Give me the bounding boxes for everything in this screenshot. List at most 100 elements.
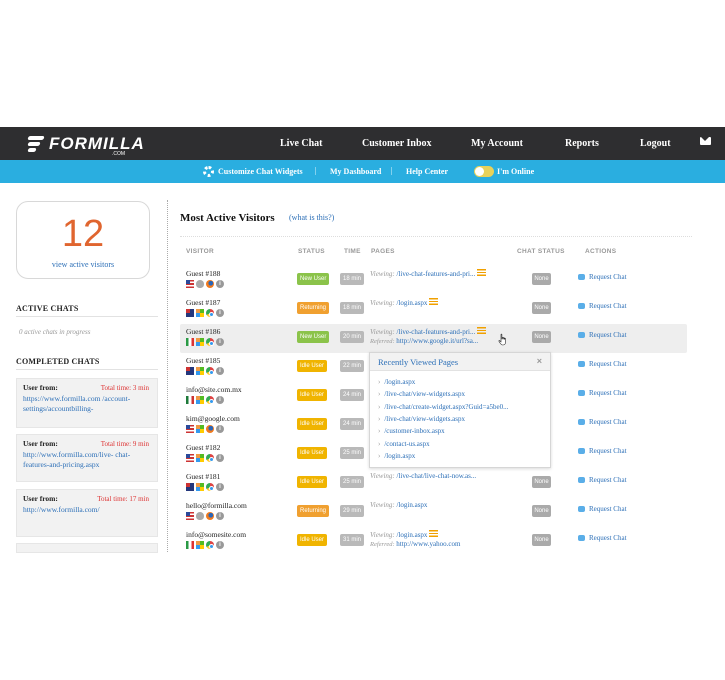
request-chat-button[interactable]: Request Chat — [578, 447, 627, 455]
page-link[interactable]: /live-chat-features-and-pri... — [397, 270, 476, 278]
my-dashboard-link[interactable]: My Dashboard — [330, 160, 381, 183]
page-link[interactable]: /login.aspx — [397, 299, 428, 307]
request-chat-button[interactable]: Request Chat — [578, 476, 627, 484]
request-chat-button[interactable]: Request Chat — [578, 534, 627, 542]
info-icon[interactable]: i — [216, 338, 224, 346]
info-icon[interactable]: i — [216, 309, 224, 317]
referrer-link[interactable]: http://www.google.it/url?sa... — [396, 337, 478, 345]
chat-source-url[interactable]: http://www.formilla.com/live- chat-featu… — [23, 450, 151, 471]
list-icon[interactable] — [477, 269, 487, 276]
help-center-link[interactable]: Help Center — [406, 160, 448, 183]
list-icon[interactable] — [429, 298, 439, 305]
popup-page-item[interactable]: ›/live-chat/create-widget.aspx?Guid=a5be… — [378, 403, 508, 411]
completed-chat-item[interactable]: User from: Total time: 9 min http://www.… — [16, 434, 158, 482]
chat-source-url[interactable]: https://www.formilla.com /account-settin… — [23, 394, 151, 415]
popup-page-link[interactable]: /contact-us.aspx — [384, 440, 429, 448]
request-chat-button[interactable]: Request Chat — [578, 331, 627, 339]
table-row[interactable]: info@somesite.com i Idle User 31 min Viewi… — [180, 527, 687, 556]
chat-bubble-icon — [578, 274, 585, 280]
windows-icon — [196, 454, 204, 462]
request-chat-button[interactable]: Request Chat — [578, 389, 627, 397]
referred-page: Referred: http://www.google.it/url?sa... — [370, 337, 478, 345]
divider — [16, 316, 158, 317]
completed-chat-item[interactable]: User from: Total time: 17 min http://www… — [16, 489, 158, 537]
popup-page-link[interactable]: /live-chat/view-widgets.aspx — [384, 390, 465, 398]
info-icon[interactable]: i — [216, 280, 224, 288]
completed-chat-item[interactable] — [16, 543, 158, 553]
what-is-this-link[interactable]: (what is this?) — [289, 213, 334, 222]
nav-logout[interactable]: Logout — [640, 127, 671, 160]
page-link[interactable]: /login.aspx — [397, 531, 428, 539]
request-chat-button[interactable]: Request Chat — [578, 418, 627, 426]
popup-page-item[interactable]: ›/login.aspx — [378, 452, 415, 460]
table-row[interactable]: Guest #188 i New User 18 min Viewing: /liv… — [180, 266, 687, 295]
visitor-name[interactable]: info@site.com.mx — [186, 385, 242, 394]
request-chat-label: Request Chat — [589, 273, 627, 281]
page-title: Most Active Visitors — [180, 212, 275, 224]
visitor-name[interactable]: Guest #185 — [186, 356, 220, 365]
request-chat-button[interactable]: Request Chat — [578, 273, 627, 281]
popup-page-link[interactable]: /live-chat/view-widgets.aspx — [384, 415, 465, 423]
request-chat-label: Request Chat — [589, 505, 627, 513]
nav-my-account[interactable]: My Account — [471, 127, 523, 160]
envelope-icon[interactable] — [700, 137, 711, 145]
info-icon[interactable]: i — [216, 541, 224, 549]
page-link[interactable]: /live-chat/live-chat-now.as... — [397, 472, 477, 480]
info-icon[interactable]: i — [216, 425, 224, 433]
info-icon[interactable]: i — [216, 512, 224, 520]
visitor-name[interactable]: Guest #182 — [186, 443, 220, 452]
visitor-name[interactable]: Guest #187 — [186, 298, 220, 307]
list-icon[interactable] — [477, 327, 487, 334]
time-badge: 25 min — [340, 476, 364, 488]
table-row[interactable]: Guest #186 i New User 20 min Viewing: /liv… — [180, 324, 687, 353]
page-link[interactable]: /login.aspx — [397, 501, 428, 509]
info-icon[interactable]: i — [216, 483, 224, 491]
referrer-link[interactable]: http://www.yahoo.com — [396, 540, 460, 548]
popup-page-link[interactable]: /customer-inbox.aspx — [384, 427, 444, 435]
page-link[interactable]: /live-chat-features-and-pri... — [397, 328, 476, 336]
chat-status-badge: None — [532, 505, 551, 517]
referred-page: Referred: http://www.yahoo.com — [370, 540, 460, 548]
nav-reports[interactable]: Reports — [565, 127, 599, 160]
request-chat-button[interactable]: Request Chat — [578, 505, 627, 513]
info-icon[interactable]: i — [216, 396, 224, 404]
popup-page-item[interactable]: ›/contact-us.aspx — [378, 440, 430, 448]
visitor-name[interactable]: hello@formilla.com — [186, 501, 247, 510]
windows-icon — [196, 338, 204, 346]
separator: | — [391, 166, 393, 175]
popup-page-link[interactable]: /live-chat/create-widget.aspx?Guid=a5be0… — [384, 403, 508, 411]
request-chat-button[interactable]: Request Chat — [578, 302, 627, 310]
popup-page-item[interactable]: ›/live-chat/view-widgets.aspx — [378, 415, 465, 423]
active-chats-heading: ACTIVE CHATS — [16, 304, 79, 313]
visitor-name[interactable]: Guest #181 — [186, 472, 220, 481]
list-icon[interactable] — [429, 530, 439, 537]
online-toggle[interactable] — [474, 166, 494, 177]
chat-source-url[interactable]: http://www.formilla.com/ — [23, 505, 151, 516]
chrome-icon — [206, 454, 214, 462]
country-flag-icon — [186, 338, 194, 346]
formilla-logo[interactable]: FORMILLA .COM — [27, 133, 145, 157]
popup-page-item[interactable]: ›/customer-inbox.aspx — [378, 427, 445, 435]
table-row[interactable]: Guest #187 i Returning 18 min Viewing: /lo… — [180, 295, 687, 324]
info-icon[interactable]: i — [216, 454, 224, 462]
time-badge: 18 min — [340, 302, 364, 314]
visitor-name[interactable]: Guest #188 — [186, 269, 220, 278]
close-icon[interactable]: × — [537, 356, 542, 366]
table-row[interactable]: hello@formilla.com i Returning 29 min View… — [180, 498, 687, 527]
popup-page-link[interactable]: /login.aspx — [384, 378, 415, 386]
customize-widgets-link[interactable]: Customize Chat Widgets — [203, 160, 303, 183]
completed-chat-item[interactable]: User from: Total time: 3 min https://www… — [16, 378, 158, 428]
nav-live-chat[interactable]: Live Chat — [280, 127, 323, 160]
nav-customer-inbox[interactable]: Customer Inbox — [362, 127, 432, 160]
status-badge: New User — [297, 331, 330, 343]
request-chat-button[interactable]: Request Chat — [578, 360, 627, 368]
visitor-name[interactable]: info@somesite.com — [186, 530, 246, 539]
popup-page-item[interactable]: ›/login.aspx — [378, 378, 415, 386]
popup-page-link[interactable]: /login.aspx — [384, 452, 415, 460]
info-icon[interactable]: i — [216, 367, 224, 375]
popup-page-item[interactable]: ›/live-chat/view-widgets.aspx — [378, 390, 465, 398]
table-row[interactable]: Guest #181 i Idle User 25 min Viewing: /li… — [180, 469, 687, 498]
view-active-visitors-link[interactable]: view active visitors — [17, 260, 149, 269]
visitor-name[interactable]: Guest #186 — [186, 327, 220, 336]
visitor-name[interactable]: kim@google.com — [186, 414, 240, 423]
